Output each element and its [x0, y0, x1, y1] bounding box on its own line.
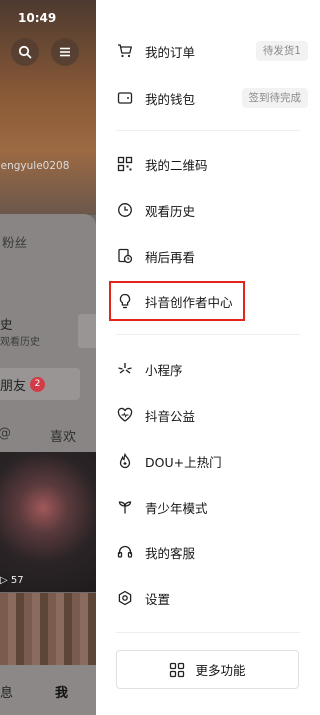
video-views-count: 57: [10, 575, 24, 586]
menu-icon: [60, 47, 70, 57]
menu-item-wallet[interactable]: 我的钱包 签到待完成: [116, 83, 308, 113]
more-features-button[interactable]: 更多功能: [116, 650, 299, 689]
video-thumbnail-2[interactable]: [0, 593, 96, 665]
menu-item-watch-later[interactable]: 稍后再看: [116, 241, 306, 271]
settings-icon: [116, 589, 134, 607]
clock-icon: [116, 201, 134, 219]
bottom-nav: [0, 665, 96, 715]
sprout-icon: [116, 498, 134, 516]
menu-item-history[interactable]: 观看历史: [116, 195, 306, 225]
highlight-box: [109, 281, 245, 321]
qrcode-icon: [116, 155, 134, 173]
mini-program-icon: [116, 360, 134, 378]
video-views: ▷ 57: [0, 575, 24, 586]
nav-messages[interactable]: 息: [0, 682, 13, 701]
menu-item-label: DOU+上热门: [145, 454, 222, 470]
divider: [116, 632, 300, 633]
video-thumbnail[interactable]: [0, 452, 96, 592]
heart-charity-icon: [116, 406, 134, 424]
friends-label: 朋友: [0, 378, 27, 394]
menu-item-orders[interactable]: 我的订单 待发货1: [116, 36, 308, 66]
cart-icon: [116, 42, 134, 60]
menu-item-label: 设置: [145, 591, 171, 607]
tab-likes[interactable]: 喜欢: [50, 426, 76, 445]
menu-item-dou-plus[interactable]: DOU+上热门: [116, 446, 306, 476]
fire-icon: [116, 452, 134, 470]
menu-item-label: 我的二维码: [145, 157, 208, 173]
wallet-icon: [116, 89, 134, 107]
menu-item-label: 我的钱包: [145, 91, 196, 107]
menu-item-label: 稍后再看: [145, 249, 196, 265]
menu-button[interactable]: [51, 38, 79, 66]
history-subtitle: 观看历史: [0, 337, 40, 348]
menu-item-customer-service[interactable]: 我的客服: [116, 537, 306, 567]
menu-item-label: 青少年模式: [145, 500, 208, 516]
menu-item-label: 观看历史: [145, 203, 196, 219]
divider: [116, 334, 300, 335]
friends-badge: 2: [30, 376, 46, 392]
more-features-label: 更多功能: [195, 663, 246, 678]
divider: [116, 130, 300, 131]
search-button[interactable]: [11, 38, 39, 66]
menu-item-mini-programs[interactable]: 小程序: [116, 354, 306, 384]
username: hengyule0208: [0, 160, 70, 172]
menu-item-charity[interactable]: 抖音公益: [116, 400, 306, 430]
search-icon: [18, 45, 32, 59]
headset-icon: [116, 543, 134, 561]
screen: 10:49 hengyule0208 粉丝 史 观看历史 朋友 2 @ 喜欢 ▷…: [0, 0, 320, 715]
menu-item-qrcode[interactable]: 我的二维码: [116, 149, 306, 179]
menu-item-settings[interactable]: 设置: [116, 583, 306, 613]
bookmark-icon[interactable]: [78, 314, 96, 348]
orders-status-tag: 待发货1: [255, 41, 308, 61]
menu-item-teen-mode[interactable]: 青少年模式: [116, 492, 306, 522]
profile-banner: [0, 0, 96, 215]
status-time: 10:49: [18, 11, 57, 25]
nav-me[interactable]: 我: [55, 682, 68, 701]
fans-label: 粉丝: [2, 235, 28, 250]
watch-later-icon: [116, 247, 134, 265]
grid-more-icon: [170, 662, 185, 677]
wallet-status-tag: 签到待完成: [241, 88, 308, 108]
menu-item-label: 抖音公益: [145, 408, 196, 424]
menu-item-label: 我的订单: [145, 44, 196, 60]
menu-item-label: 小程序: [145, 362, 183, 378]
menu-item-label: 我的客服: [145, 545, 196, 561]
tab-mentions[interactable]: @: [0, 426, 11, 441]
friends-button[interactable]: 朋友 2: [0, 368, 80, 400]
side-drawer: 我的订单 待发货1 我的钱包 签到待完成 我的二维码 观看历史 稍后再看 抖音创…: [96, 0, 320, 715]
history-title: 史: [0, 317, 13, 332]
profile-background[interactable]: 10:49 hengyule0208 粉丝 史 观看历史 朋友 2 @ 喜欢 ▷…: [0, 0, 96, 715]
